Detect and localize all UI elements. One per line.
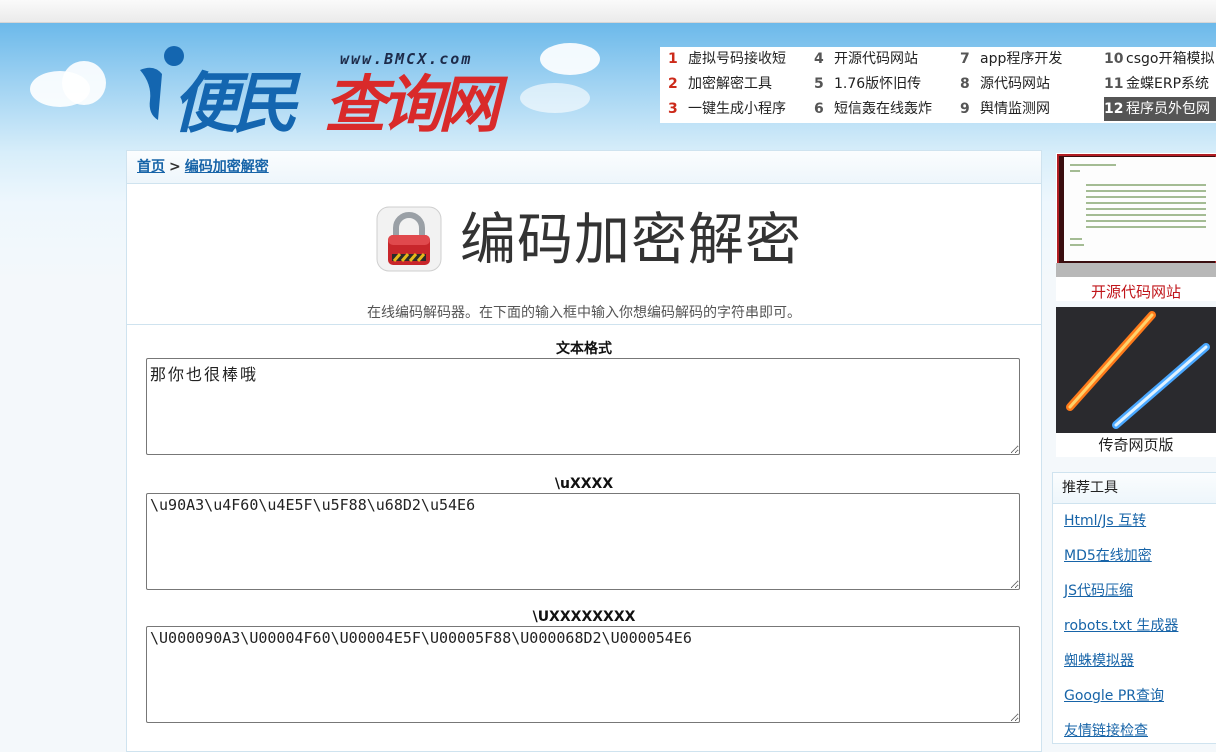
uxxxx-field: \uXXXX \u90A3\u4F60\u4E5F\u5F88\u68D2\u5… <box>127 475 1041 590</box>
uxxxxxxxx-input[interactable]: \U000090A3\U00004F60\U00004E5F\U00005F88… <box>146 626 1020 723</box>
text-format-input[interactable]: 那你也很棒哦 <box>146 358 1020 455</box>
lock-icon <box>376 206 442 272</box>
uxxxxxxxx-field: \UXXXXXXXX \U000090A3\U00004F60\U00004E5… <box>127 608 1041 723</box>
list-item: Google PR查询 <box>1053 679 1216 714</box>
uxxxxxxxx-label: \UXXXXXXXX <box>532 609 636 625</box>
top-link-12[interactable]: 12 程序员外包网 <box>1104 97 1216 121</box>
top-link-number: 5 <box>814 76 824 92</box>
top-link-label: 1.76版怀旧传 <box>834 76 922 92</box>
top-link-label: 加密解密工具 <box>688 76 772 92</box>
text-format-label: 文本格式 <box>556 341 612 357</box>
logo-text-blue: 便民 <box>172 65 298 142</box>
ad-caption[interactable]: 开源代码网站 <box>1056 281 1216 302</box>
top-link-8[interactable]: 8 源代码网站 <box>960 72 1098 96</box>
uxxxx-input[interactable]: \u90A3\u4F60\u4E5F\u5F88\u68D2\u54E6 <box>146 493 1020 590</box>
list-item: 友情链接检查 <box>1053 714 1216 749</box>
tool-link-spider[interactable]: 蜘蛛模拟器 <box>1064 653 1134 669</box>
top-link-10[interactable]: 10 csgo开箱模拟 <box>1104 47 1216 71</box>
top-link-9[interactable]: 9 舆情监测网 <box>960 97 1098 121</box>
list-item: JS代码压缩 <box>1053 574 1216 609</box>
site-logo[interactable]: www.BMCX.com 便民 查询网 <box>136 36 516 142</box>
swords-image <box>1056 307 1216 433</box>
top-link-label: app程序开发 <box>980 51 1063 67</box>
top-link-number: 2 <box>668 76 678 92</box>
top-link-number: 9 <box>960 101 970 117</box>
top-link-5[interactable]: 5 1.76版怀旧传 <box>814 72 954 96</box>
recommended-tools-title: 推荐工具 <box>1053 473 1216 504</box>
top-links-grid: 1 虚拟号码接收短 2 加密解密工具 3 一键生成小程序 4 开源代码网站 5 1.76版… <box>660 47 1216 123</box>
top-link-label: 一键生成小程序 <box>688 101 786 117</box>
top-link-1[interactable]: 1 虚拟号码接收短 <box>668 47 808 71</box>
list-item: Html/Js 互转 <box>1053 504 1216 539</box>
logo-text-red: 查询网 <box>324 68 500 141</box>
top-link-label: 金蝶ERP系统 <box>1126 76 1210 92</box>
top-link-label: 短信轰在线轰炸 <box>834 101 932 117</box>
tool-link-robots[interactable]: robots.txt 生成器 <box>1064 618 1178 634</box>
uxxxx-label: \uXXXX <box>554 476 614 492</box>
top-link-label: 虚拟号码接收短 <box>688 51 786 67</box>
top-link-number: 3 <box>668 101 678 117</box>
main-content-panel: 首页 > 编码加密解密 编码加密解密 在线编码解码器。在下面的输入框中输入你想编码解… <box>126 150 1042 752</box>
top-link-number: 8 <box>960 76 970 92</box>
breadcrumb-home-link[interactable]: 首页 <box>137 159 165 175</box>
list-item: MD5在线加密 <box>1053 539 1216 574</box>
tool-link-google-pr[interactable]: Google PR查询 <box>1064 688 1164 704</box>
sidebar-ad-legend-game[interactable]: 传奇网页版 <box>1056 307 1216 457</box>
tool-link-js-compress[interactable]: JS代码压缩 <box>1064 583 1133 599</box>
page-description: 在线编码解码器。在下面的输入框中输入你想编码解码的字符串即可。 <box>367 305 801 321</box>
cloud-decoration <box>62 61 106 105</box>
list-item: 蜘蛛模拟器 <box>1053 644 1216 679</box>
tool-link-html-js[interactable]: Html/Js 互转 <box>1064 513 1146 529</box>
breadcrumb-separator: > <box>169 159 181 175</box>
page-title: 编码加密解密 <box>460 208 802 273</box>
top-link-number: 11 <box>1104 76 1124 92</box>
top-link-4[interactable]: 4 开源代码网站 <box>814 47 954 71</box>
top-link-number: 10 <box>1104 51 1124 67</box>
list-item: robots.txt 生成器 <box>1053 609 1216 644</box>
laptop-code-image <box>1056 153 1216 279</box>
top-link-7[interactable]: 7 app程序开发 <box>960 47 1098 71</box>
top-link-label: 舆情监测网 <box>980 101 1050 117</box>
cloud-decoration <box>520 83 590 113</box>
top-link-6[interactable]: 6 短信轰在线轰炸 <box>814 97 954 121</box>
top-link-number: 4 <box>814 51 824 67</box>
recommended-tools-panel: 推荐工具 Html/Js 互转 MD5在线加密 JS代码压缩 robots.tx… <box>1052 472 1216 744</box>
top-link-label: csgo开箱模拟 <box>1126 51 1215 67</box>
text-format-field: 文本格式 那你也很棒哦 <box>127 340 1041 455</box>
top-link-3[interactable]: 3 一键生成小程序 <box>668 97 808 121</box>
breadcrumb: 首页 > 编码加密解密 <box>127 151 1041 184</box>
tool-link-md5[interactable]: MD5在线加密 <box>1064 548 1152 564</box>
page-hero: 编码加密解密 在线编码解码器。在下面的输入框中输入你想编码解码的字符串即可。 <box>127 184 1041 325</box>
sidebar-ad-open-source[interactable]: 开源代码网站 <box>1056 153 1216 301</box>
top-link-number: 12 <box>1104 101 1124 117</box>
browser-toolbar <box>0 0 1216 23</box>
ad-caption[interactable]: 传奇网页版 <box>1056 434 1216 455</box>
top-link-number: 1 <box>668 51 678 67</box>
breadcrumb-current-link[interactable]: 编码加密解密 <box>185 159 269 175</box>
top-link-label: 开源代码网站 <box>834 51 918 67</box>
top-link-number: 7 <box>960 51 970 67</box>
tool-link-friend-links[interactable]: 友情链接检查 <box>1064 723 1148 739</box>
top-link-label: 程序员外包网 <box>1126 101 1210 117</box>
top-link-label: 源代码网站 <box>980 76 1050 92</box>
top-link-number: 6 <box>814 101 824 117</box>
top-link-2[interactable]: 2 加密解密工具 <box>668 72 808 96</box>
cloud-decoration <box>540 43 600 75</box>
recommended-tools-list: Html/Js 互转 MD5在线加密 JS代码压缩 robots.txt 生成器… <box>1053 504 1216 749</box>
top-link-11[interactable]: 11 金蝶ERP系统 <box>1104 72 1216 96</box>
